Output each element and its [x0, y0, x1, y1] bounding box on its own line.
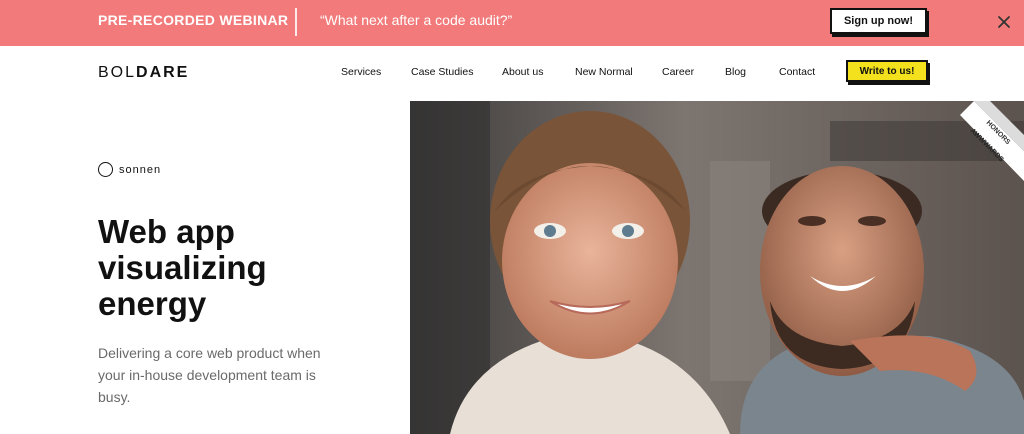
banner-kicker: PRE-RECORDED WEBINAR: [98, 12, 289, 28]
logo[interactable]: BOLDARE: [98, 64, 189, 82]
hero-title: Web app visualizing energy: [98, 214, 398, 322]
nav-case-studies[interactable]: Case Studies: [411, 66, 473, 78]
nav-blog[interactable]: Blog: [725, 66, 746, 78]
logo-light: BOL: [98, 64, 137, 81]
hero-description: Delivering a core web product when your …: [98, 345, 321, 405]
banner-quote[interactable]: “What next after a code audit?”: [320, 12, 512, 28]
nav-services[interactable]: Services: [341, 66, 381, 78]
hero-title-line: energy: [98, 285, 207, 322]
nav-career[interactable]: Career: [662, 66, 694, 78]
banner-divider: [295, 8, 297, 36]
promo-banner: PRE-RECORDED WEBINAR “What next after a …: [0, 0, 1024, 46]
hero-title-line: Web app: [98, 213, 235, 250]
sonnen-logo-icon: [98, 162, 113, 177]
write-to-us-button[interactable]: Write to us!: [846, 60, 928, 82]
client-name: sonnen: [119, 163, 162, 176]
close-icon[interactable]: [994, 12, 1014, 32]
client-logo: sonnen: [98, 162, 161, 177]
signup-button[interactable]: Sign up now!: [830, 8, 927, 34]
hero-title-line: visualizing: [98, 249, 267, 286]
nav-new-normal[interactable]: New Normal: [575, 66, 633, 78]
logo-bold: DARE: [136, 64, 190, 81]
nav-about-us[interactable]: About us: [502, 66, 543, 78]
nav-contact[interactable]: Contact: [779, 66, 815, 78]
hero-photo: [410, 101, 1024, 434]
